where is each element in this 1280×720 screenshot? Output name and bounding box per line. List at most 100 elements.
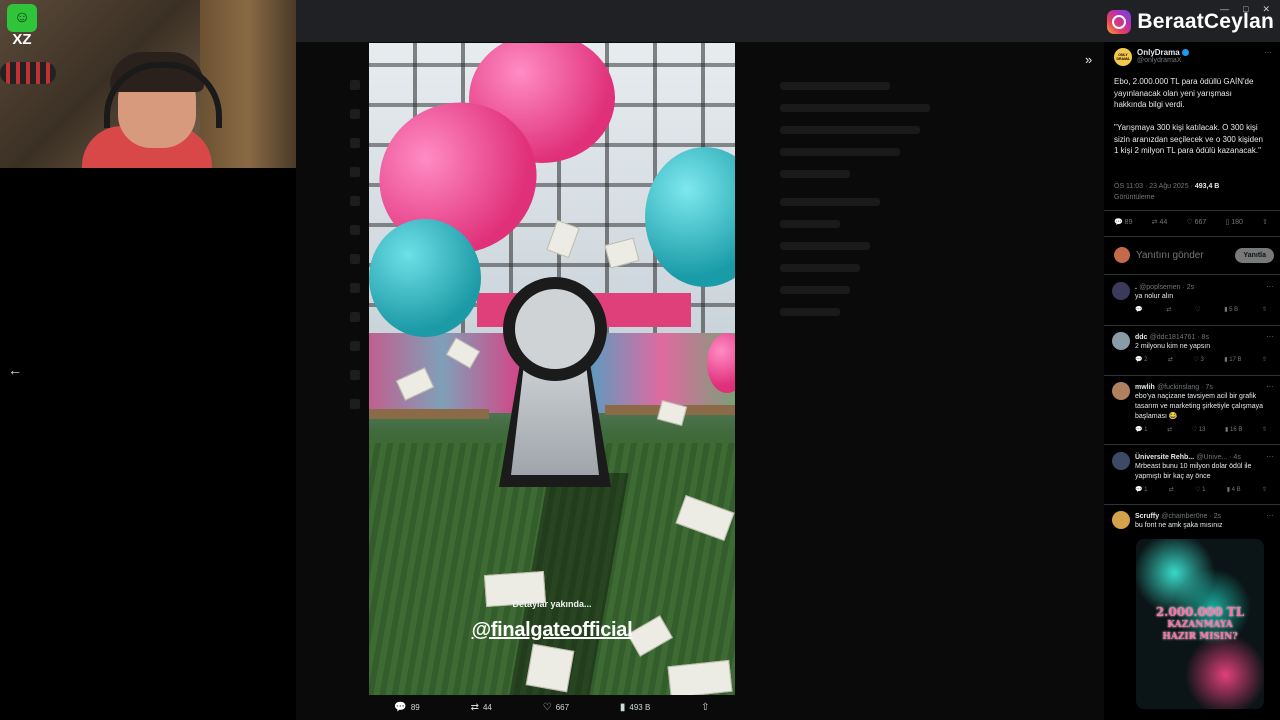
- video-caption-small: Detaylar yakında...: [512, 599, 592, 609]
- reply-text: bu font ne amk şaka mısınız: [1135, 522, 1223, 529]
- share-icon[interactable]: ⇧: [1262, 426, 1267, 433]
- post-stats: 💬 89 ⇄ 44 ♡ 667 ▯ 180 ⇧: [1114, 218, 1268, 226]
- list-item[interactable]: ddc @ddc1814761 · 8s ··· 2 milyonu kim n…: [1112, 332, 1274, 363]
- my-avatar: [1114, 247, 1130, 263]
- reply-text: Mrbeast bunu 10 milyon dolar ödül ile ya…: [1135, 463, 1252, 480]
- keyhole-door-top: [503, 277, 607, 381]
- repost-icon[interactable]: ⇄: [1167, 426, 1172, 433]
- reply-icon[interactable]: 💬: [1135, 306, 1142, 313]
- share-icon[interactable]: ⇧: [1262, 486, 1267, 493]
- list-item[interactable]: Üniversite Rehb... @Unive... · 4s ··· Mr…: [1112, 452, 1274, 493]
- reply-actions: 💬 1 ⇄ ♡ 1 ▮ 4 B ⇧: [1135, 486, 1267, 493]
- bench: [369, 409, 489, 419]
- share-icon[interactable]: ⇧: [1262, 218, 1268, 226]
- reply-icon[interactable]: 💬 2: [1135, 356, 1147, 363]
- media-text-line: HAZIR MISIN?: [1162, 632, 1238, 642]
- reply-composer: Yanıtını gönder Yanıtla: [1114, 244, 1274, 266]
- reply-media-image[interactable]: 2.000.000 TL KAZANMAYA HAZIR MISIN?: [1136, 539, 1264, 709]
- reply-actions: 💬 ⇄ ♡ ▮ 5 B ⇧: [1135, 306, 1267, 313]
- heart-icon: ♡: [542, 701, 552, 713]
- more-options-icon[interactable]: ···: [1264, 48, 1272, 57]
- reply-icon[interactable]: 💬 1: [1135, 486, 1147, 493]
- instagram-handle: BeraatCeylan: [1137, 10, 1274, 33]
- more-options-icon[interactable]: ···: [1266, 452, 1274, 461]
- reply-button[interactable]: 💬 89: [394, 699, 419, 715]
- heart-icon[interactable]: ♡ 3: [1193, 356, 1203, 363]
- reply-actions: 💬 2 ⇄ ♡ 3 ▮ 17 B ⇧: [1135, 356, 1267, 363]
- heart-icon[interactable]: ♡: [1195, 306, 1200, 313]
- repost-count[interactable]: ⇄ 44: [1152, 218, 1168, 226]
- reply-input[interactable]: Yanıtını gönder: [1136, 250, 1229, 261]
- repost-icon[interactable]: ⇄: [1168, 356, 1173, 363]
- reply-avatar[interactable]: [1112, 282, 1130, 300]
- webcam-background: [200, 0, 296, 168]
- repost-button[interactable]: ⇄ 44: [471, 699, 492, 715]
- heart-icon[interactable]: ♡ 13: [1192, 426, 1206, 433]
- list-item[interactable]: Scruffy @chamber0ne · 2s ··· bu font ne …: [1112, 511, 1274, 531]
- author-name[interactable]: OnlyDrama: [1137, 48, 1180, 57]
- post-views: 493,4 B: [1194, 183, 1220, 190]
- reply-actions: 💬 1 ⇄ ♡ 13 ▮ 16 B ⇧: [1135, 426, 1267, 433]
- share-icon[interactable]: ⇧: [1262, 306, 1267, 313]
- reply-submit-button[interactable]: Yanıtla: [1235, 247, 1274, 263]
- teal-balloon: [369, 219, 481, 337]
- flying-banknote: [525, 643, 575, 693]
- back-arrow-icon[interactable]: ←: [8, 362, 22, 378]
- views-icon[interactable]: ▮ 5 B: [1224, 306, 1238, 313]
- like-count[interactable]: ♡ 667: [1186, 218, 1206, 226]
- repost-icon[interactable]: ⇄: [1166, 306, 1171, 313]
- share-icon: ⇧: [701, 701, 710, 713]
- reply-icon[interactable]: 💬 1: [1135, 426, 1147, 433]
- more-options-icon[interactable]: ···: [1266, 382, 1274, 391]
- repost-icon[interactable]: ⇄: [1169, 486, 1174, 493]
- like-button[interactable]: ♡ 667: [543, 699, 569, 715]
- views-button[interactable]: ▮ 493 B: [620, 699, 650, 715]
- views-icon[interactable]: ▮ 4 B: [1227, 486, 1241, 493]
- channel-logo-text: XZ: [12, 31, 32, 48]
- reply-text: ebo'ya naçizane tavsiyem acil bir grafik…: [1135, 393, 1263, 420]
- media-text-line: 2.000.000 TL: [1155, 605, 1245, 619]
- instagram-watermark: BeraatCeylan: [1107, 10, 1274, 34]
- repost-icon: ⇄: [470, 701, 479, 713]
- more-options-icon[interactable]: ···: [1266, 332, 1274, 341]
- author-avatar[interactable]: ONLY DRAMA: [1114, 48, 1132, 66]
- reply-avatar[interactable]: [1112, 452, 1130, 470]
- views-icon[interactable]: ▮ 17 B: [1224, 356, 1241, 363]
- channel-logo: ☺ XZ: [6, 4, 38, 48]
- views-icon[interactable]: ▮ 16 B: [1225, 426, 1242, 433]
- microphone: [0, 62, 56, 84]
- monster-face-icon: ☺: [7, 4, 37, 32]
- list-item[interactable]: mwlih @fuckinslang · 7s ··· ebo'ya naçiz…: [1112, 382, 1274, 433]
- video-caption-handle: @finalgateofficial: [471, 619, 633, 641]
- reply-avatar[interactable]: [1112, 332, 1130, 350]
- reply-text: ya nolur alın: [1135, 293, 1174, 300]
- post-views-label: Görüntüleme: [1114, 194, 1155, 201]
- instagram-icon: [1107, 10, 1132, 34]
- post-meta: ÖS 11:03 · 23 Ağu 2025 · 493,4 B Görüntü…: [1114, 181, 1270, 203]
- share-button[interactable]: ⇧: [701, 699, 709, 715]
- share-icon[interactable]: ⇧: [1262, 356, 1267, 363]
- bar-chart-icon: ▮: [619, 701, 626, 713]
- media-text-line: KAZANMAYA: [1167, 620, 1233, 630]
- list-item[interactable]: . @poplsemen · 2s ··· ya nolur alın 💬 ⇄ …: [1112, 282, 1274, 313]
- more-options-icon[interactable]: ···: [1266, 511, 1274, 520]
- more-options-icon[interactable]: ···: [1266, 282, 1274, 291]
- verified-badge-icon: [1181, 49, 1189, 57]
- tweet-detail-panel: ONLY DRAMA OnlyDrama @onlydramaX ··· Ebo…: [1104, 42, 1280, 720]
- reply-icon: 💬: [394, 701, 407, 713]
- heart-icon[interactable]: ♡ 1: [1195, 486, 1205, 493]
- reply-text: 2 milyonu kim ne yapsın: [1135, 343, 1211, 350]
- post-header: ONLY DRAMA OnlyDrama @onlydramaX: [1114, 48, 1189, 66]
- video-action-bar: 💬 89 ⇄ 44 ♡ 667 ▮ 493 B ⇧: [369, 699, 735, 715]
- post-text: Ebo, 2.000.000 TL para ödüllü GAİN'de ya…: [1114, 77, 1263, 155]
- reply-count[interactable]: 💬 89: [1114, 218, 1132, 226]
- dimmed-right-column: [780, 82, 960, 330]
- reply-avatar[interactable]: [1112, 511, 1130, 529]
- post-time[interactable]: ÖS 11:03 · 23 Ağu 2025 ·: [1114, 183, 1193, 190]
- video-player[interactable]: Detaylar yakında... @finalgateofficial: [369, 43, 735, 695]
- streamer-webcam: ☺ XZ: [0, 0, 296, 168]
- author-handle[interactable]: @onlydramaX: [1137, 57, 1189, 64]
- reply-avatar[interactable]: [1112, 382, 1130, 400]
- bookmark-count[interactable]: ▯ 180: [1225, 218, 1242, 226]
- collapse-panel-icon[interactable]: »: [1085, 52, 1092, 67]
